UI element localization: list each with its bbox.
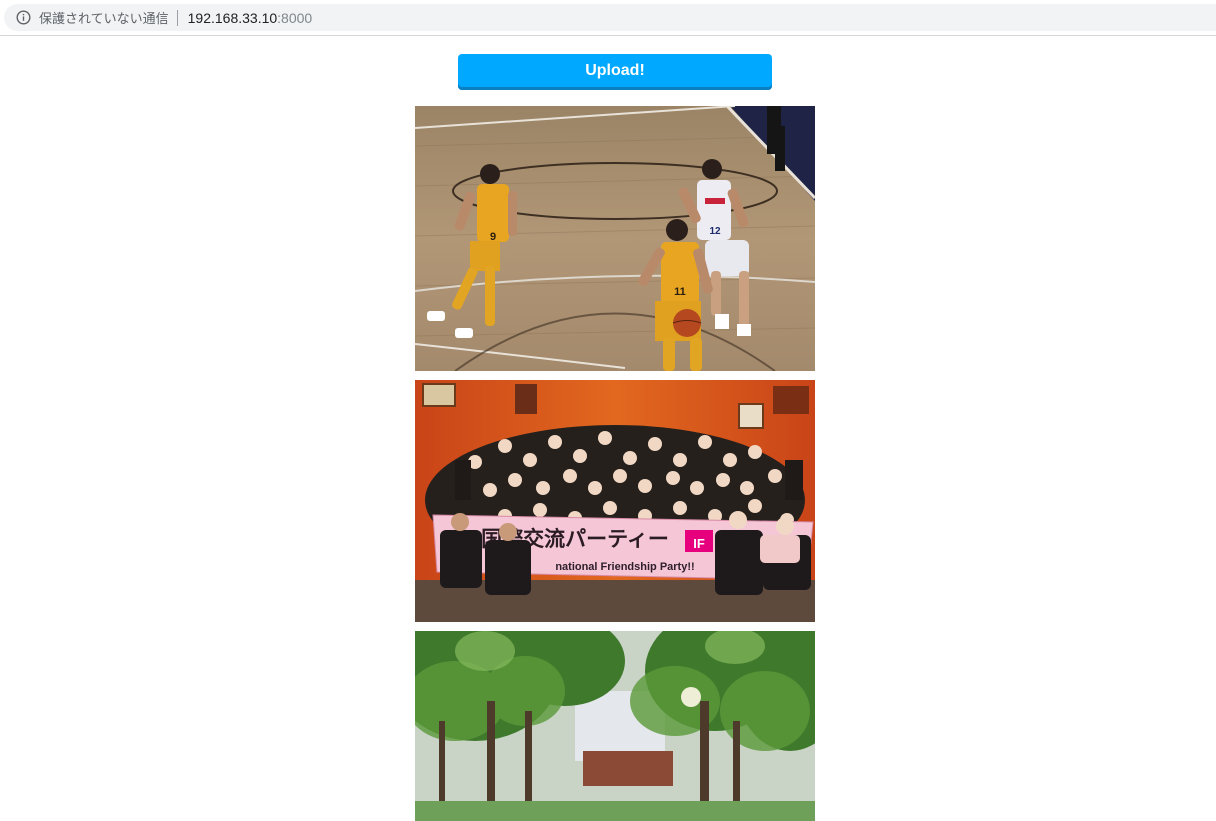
banner-badge: IF bbox=[693, 536, 705, 551]
url-host[interactable]: 192.168.33.10 bbox=[188, 10, 278, 26]
info-circle-icon[interactable] bbox=[16, 10, 31, 25]
jersey-number-12: 12 bbox=[709, 226, 721, 237]
jersey-number-9: 9 bbox=[490, 231, 496, 243]
browser-address-bar: 保護されていない通信 192.168.33.10:8000 bbox=[0, 0, 1216, 36]
security-status-text[interactable]: 保護されていない通信 bbox=[39, 8, 169, 27]
upload-button[interactable]: Upload! bbox=[458, 54, 772, 90]
gallery-image-basketball: 9 11 12 bbox=[415, 106, 815, 371]
jersey-number-11: 11 bbox=[674, 286, 686, 298]
omnibox[interactable]: 保護されていない通信 192.168.33.10:8000 bbox=[4, 4, 1216, 31]
gallery-image-party: 国際交流パーティー IF national Friendship Party!! bbox=[415, 380, 815, 622]
banner-subtitle: national Friendship Party!! bbox=[555, 561, 694, 573]
gallery-image-trees bbox=[415, 631, 815, 821]
omnibox-divider bbox=[176, 9, 178, 26]
url-port[interactable]: :8000 bbox=[277, 10, 312, 26]
